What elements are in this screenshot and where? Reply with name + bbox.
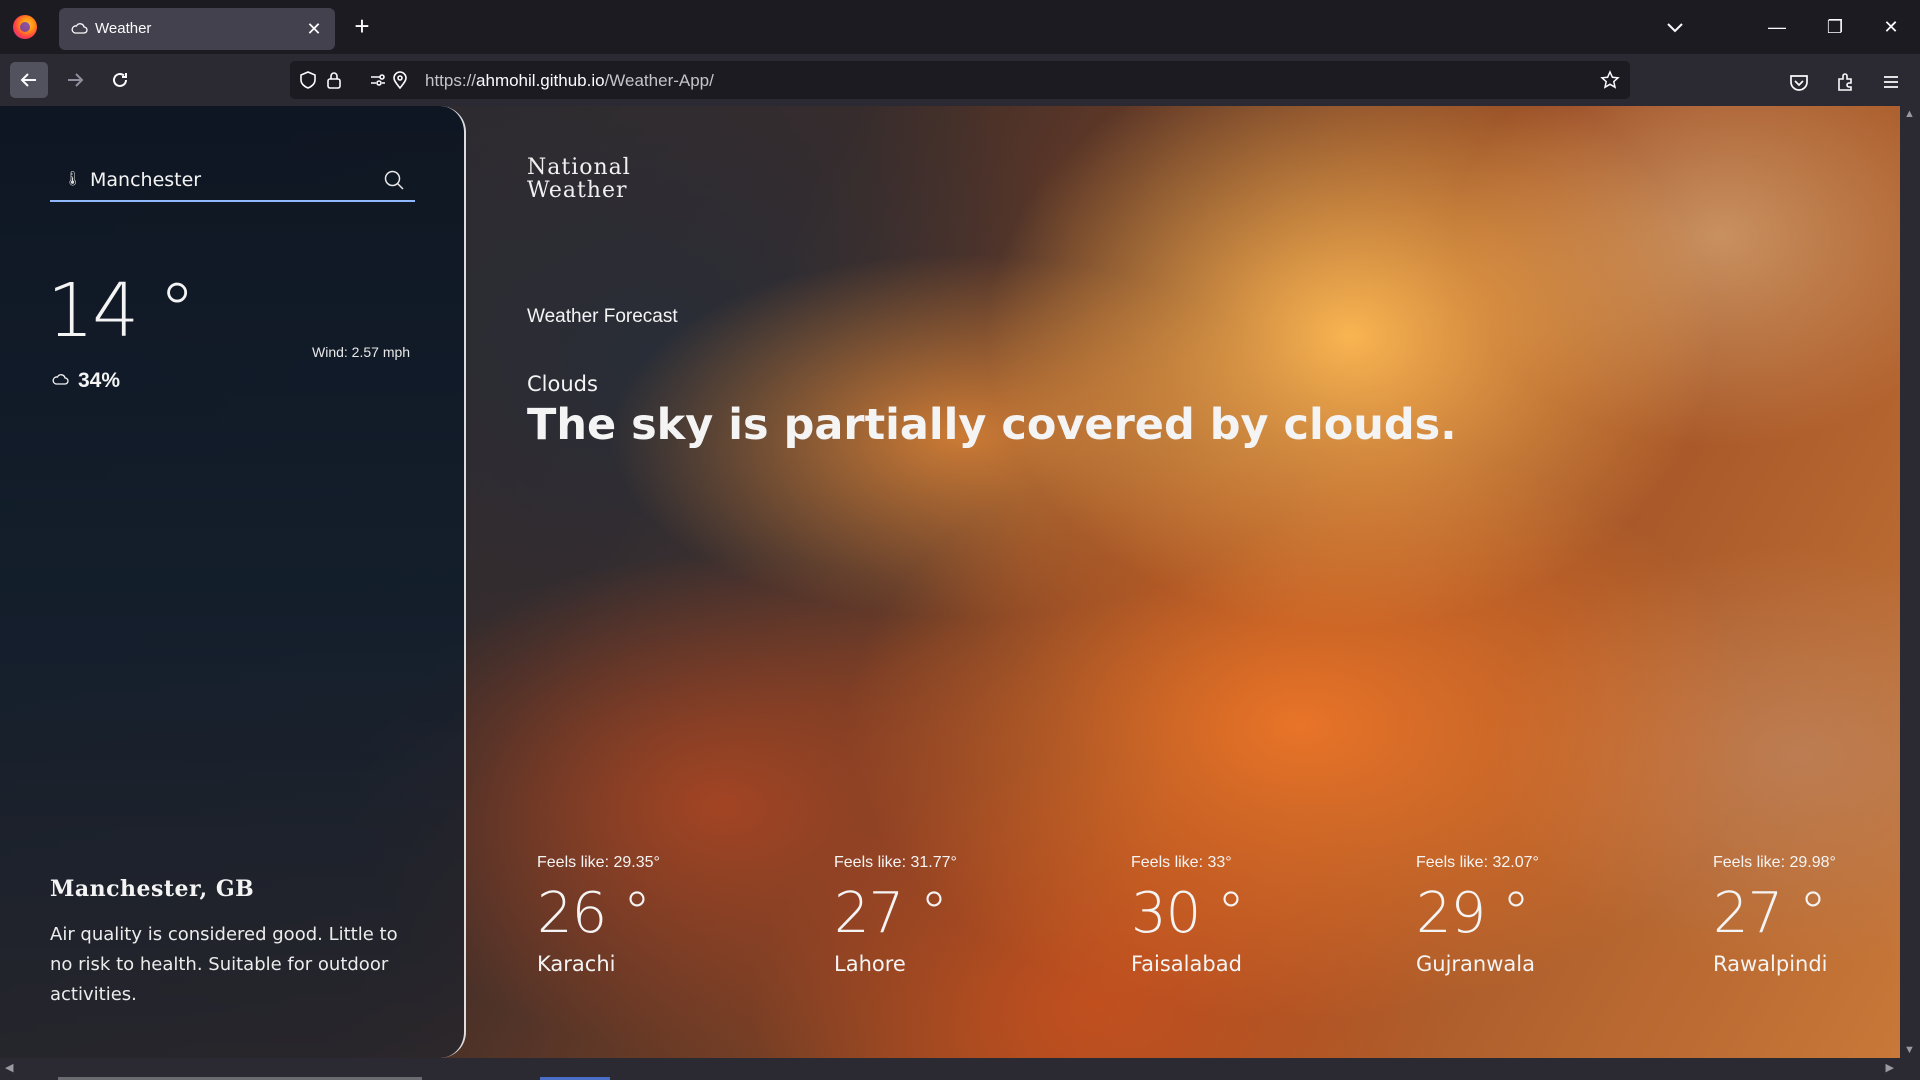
cloud-icon	[71, 23, 88, 34]
close-tab-icon[interactable]: ✕	[303, 18, 325, 40]
city-temperature: 29 °	[1416, 881, 1530, 946]
restore-icon[interactable]: ❐	[1820, 12, 1850, 42]
city-search-input[interactable]	[90, 167, 360, 193]
menu-icon[interactable]	[1880, 71, 1902, 93]
scroll-down-icon[interactable]: ▼	[1904, 1044, 1915, 1056]
city-card: Feels like: 31.77° 27 ° Lahore	[834, 854, 1034, 976]
city-name: Faisalabad	[1131, 952, 1242, 976]
extensions-icon[interactable]	[1834, 71, 1856, 93]
url-prefix: https://	[425, 71, 477, 90]
bookmark-star-icon[interactable]	[1600, 70, 1620, 90]
city-card: Feels like: 29.98° 27 ° Rawalpindi	[1713, 854, 1900, 976]
page-viewport: 🌡 14 ° Wind: 2.57 mph 34% Manchester, GB…	[0, 106, 1900, 1058]
reload-button[interactable]	[101, 62, 139, 98]
vertical-scrollbar[interactable]: ▲ ▼	[1900, 106, 1920, 1058]
city-feels-like: Feels like: 32.07°	[1416, 854, 1539, 871]
city-feels-like: Feels like: 33°	[1131, 854, 1232, 871]
city-feels-like: Feels like: 29.98°	[1713, 854, 1836, 871]
brand-line-1: National	[527, 155, 631, 180]
search-box[interactable]: 🌡	[50, 160, 415, 202]
url-bar[interactable]: https://ahmohil.github.io/Weather-App/	[290, 61, 1630, 99]
forecast-heading: Weather Forecast	[527, 306, 678, 327]
city-name: Karachi	[537, 952, 616, 976]
minimize-icon[interactable]: —	[1762, 12, 1792, 42]
current-city: Manchester, GB	[50, 876, 255, 902]
city-name: Lahore	[834, 952, 906, 976]
brand-line-2: Weather	[527, 178, 628, 203]
city-feels-like: Feels like: 29.35°	[537, 854, 660, 871]
close-window-icon[interactable]: ✕	[1876, 12, 1906, 42]
permissions-icon[interactable]	[368, 70, 388, 90]
wind-speed: Wind: 2.57 mph	[312, 344, 411, 360]
horizontal-scrollbar[interactable]: ◀ ▶	[0, 1058, 1920, 1080]
navigation-toolbar: https://ahmohil.github.io/Weather-App/	[0, 54, 1920, 106]
humidity-value: 34%	[78, 369, 121, 392]
location-icon[interactable]	[390, 70, 410, 90]
city-feels-like: Feels like: 31.77°	[834, 854, 957, 871]
arrow-right-icon	[68, 73, 84, 87]
search-icon[interactable]	[383, 169, 405, 191]
city-temperature: 26 °	[537, 881, 651, 946]
city-card: Feels like: 29.35° 26 ° Karachi	[537, 854, 737, 976]
firefox-logo-icon[interactable]	[13, 15, 37, 39]
lock-icon[interactable]	[324, 70, 344, 90]
city-name: Gujranwala	[1416, 952, 1535, 976]
back-button[interactable]	[10, 62, 48, 98]
pocket-icon[interactable]	[1788, 71, 1810, 93]
url-path: /Weather-App/	[604, 71, 714, 90]
city-temperature: 27 °	[1713, 881, 1827, 946]
brand-logo: National Weather	[527, 156, 631, 202]
scroll-left-icon[interactable]: ◀	[5, 1061, 13, 1074]
sidebar: 🌡 14 ° Wind: 2.57 mph 34% Manchester, GB…	[0, 106, 466, 1058]
city-card: Feels like: 33° 30 ° Faisalabad	[1131, 854, 1331, 976]
scroll-up-icon[interactable]: ▲	[1904, 108, 1915, 120]
scroll-right-icon[interactable]: ▶	[1886, 1061, 1894, 1074]
thermometer-icon: 🌡	[64, 170, 82, 186]
arrow-left-icon	[20, 73, 36, 87]
forward-button[interactable]	[56, 62, 94, 98]
url-host: ahmohil.github.io	[476, 71, 605, 90]
chevron-down-icon[interactable]	[1662, 14, 1688, 40]
city-name: Rawalpindi	[1713, 952, 1828, 976]
tab-weather[interactable]: Weather ✕	[59, 8, 335, 50]
air-quality-description: Air quality is considered good. Little t…	[50, 924, 398, 1005]
tab-bar: Weather ✕ + — ❐ ✕	[0, 0, 1920, 54]
tab-title: Weather	[95, 20, 152, 37]
reload-icon	[113, 72, 127, 87]
humidity-reading: 34%	[52, 369, 120, 393]
city-card: Feels like: 32.07° 29 ° Gujranwala	[1416, 854, 1616, 976]
city-temperature: 27 °	[834, 881, 948, 946]
cloud-icon	[52, 374, 69, 385]
new-tab-icon[interactable]: +	[348, 12, 376, 40]
shield-icon[interactable]	[298, 70, 318, 90]
city-temperature: 30 °	[1131, 881, 1245, 946]
weather-condition: Clouds	[527, 372, 598, 396]
weather-description: The sky is partially covered by clouds.	[527, 400, 1457, 450]
current-temperature: 14 °	[47, 268, 196, 354]
url-text[interactable]: https://ahmohil.github.io/Weather-App/	[425, 71, 714, 91]
